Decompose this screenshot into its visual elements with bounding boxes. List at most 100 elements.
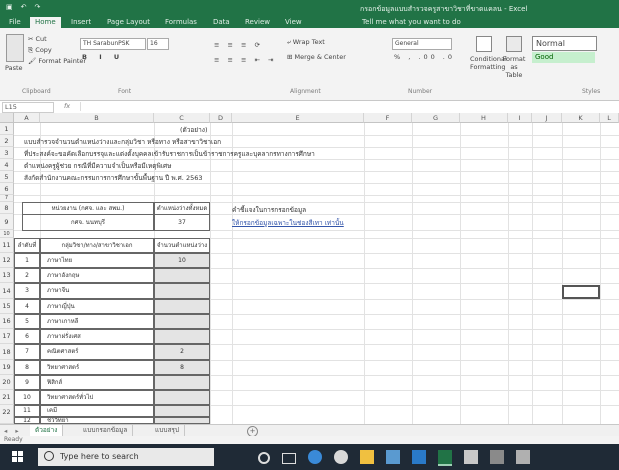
sheet-tab-entry-form[interactable]: แบบกรอกข้อมูล <box>78 425 134 436</box>
table-cell-subject[interactable]: ภาษาญี่ปุ่น <box>40 299 154 314</box>
table-cell-subject[interactable]: ภาษาจีน <box>40 283 154 299</box>
photos-icon[interactable] <box>464 450 478 464</box>
column-header-l[interactable]: L <box>600 113 619 123</box>
copy-button[interactable]: ⎘ Copy <box>28 45 86 56</box>
number-buttons[interactable]: % , .00 .0 <box>394 53 455 61</box>
cortana-icon[interactable] <box>258 452 270 464</box>
table-cell-no[interactable]: 4 <box>14 299 40 314</box>
table-header-no[interactable]: ลำดับที่ <box>14 238 40 253</box>
table-cell-subject[interactable]: ชีววิทยา <box>40 417 154 424</box>
table-cell-subject[interactable]: วิทยาศาสตร์ <box>40 360 154 375</box>
table-cell-quantity[interactable]: 2 <box>154 344 210 360</box>
column-header-j[interactable]: J <box>532 113 562 123</box>
table-cell-no[interactable]: 3 <box>14 283 40 299</box>
column-header-e[interactable]: E <box>232 113 364 123</box>
conditional-formatting-button[interactable]: Conditional Formatting <box>470 36 507 71</box>
row-header[interactable]: 20 <box>0 375 14 390</box>
cell-instructions-note[interactable]: ให้กรอกข้อมูลเฉพาะในช่องสีเทา เท่านั้น <box>232 218 344 228</box>
column-header-k[interactable]: K <box>562 113 600 123</box>
name-box[interactable]: L15 <box>2 102 54 113</box>
number-format-select[interactable]: General <box>392 38 452 50</box>
column-header-i[interactable]: I <box>508 113 532 123</box>
store-icon[interactable] <box>386 450 400 464</box>
cell-total-vacancy[interactable]: 37 <box>154 214 210 231</box>
style-good[interactable]: Good <box>532 52 595 63</box>
row-header[interactable]: 19 <box>0 360 14 375</box>
table-cell-no[interactable]: 9 <box>14 375 40 390</box>
tab-data[interactable]: Data <box>208 17 235 28</box>
table-cell-subject[interactable]: เคมี <box>40 405 154 417</box>
table-cell-quantity[interactable] <box>154 375 210 390</box>
column-header-g[interactable]: G <box>412 113 460 123</box>
row-header[interactable]: 11 <box>0 238 14 253</box>
redo-icon[interactable]: ↷ <box>35 3 41 11</box>
tab-view[interactable]: View <box>280 17 307 28</box>
column-header-b[interactable]: B <box>40 113 154 123</box>
table-cell-subject[interactable]: ฟิสิกส์ <box>40 375 154 390</box>
row-header[interactable]: 22 <box>0 405 14 424</box>
column-header-d[interactable]: D <box>210 113 232 123</box>
table-cell-quantity[interactable] <box>154 390 210 405</box>
row-header[interactable]: 4 <box>0 159 14 171</box>
row-header[interactable]: 7 <box>0 195 14 202</box>
table-cell-quantity[interactable] <box>154 405 210 417</box>
tab-review[interactable]: Review <box>240 17 275 28</box>
table-cell-no[interactable]: 8 <box>14 360 40 375</box>
table-cell-quantity[interactable] <box>154 268 210 283</box>
table-cell-no[interactable]: 10 <box>14 390 40 405</box>
row-header[interactable]: 3 <box>0 147 14 159</box>
table-cell-subject[interactable]: ภาษาไทย <box>40 253 154 268</box>
tab-formulas[interactable]: Formulas <box>160 17 202 28</box>
row-header[interactable]: 9 <box>0 214 14 230</box>
column-header-h[interactable]: H <box>460 113 508 123</box>
table-cell-subject[interactable]: ภาษาฝรั่งเศส <box>40 329 154 344</box>
row-header[interactable]: 1 <box>0 123 14 135</box>
row-header[interactable]: 16 <box>0 314 14 329</box>
row-header[interactable]: 13 <box>0 268 14 283</box>
format-as-table-button[interactable]: Format as Table <box>502 36 526 79</box>
word-icon[interactable] <box>412 450 426 464</box>
cell-title-line3[interactable]: ตำแหน่งครูผู้ช่วย กรณีที่มีความจำเป็นหรื… <box>24 161 171 171</box>
column-header-f[interactable]: F <box>364 113 412 123</box>
tab-insert[interactable]: Insert <box>66 17 96 28</box>
cut-button[interactable]: ✂ Cut <box>28 34 86 45</box>
sheet-nav-arrows[interactable]: ◂ ▸ <box>4 427 22 435</box>
row-header[interactable]: 2 <box>0 135 14 147</box>
table-cell-no[interactable]: 2 <box>14 268 40 283</box>
row-header[interactable]: 10 <box>0 230 14 238</box>
table-cell-no[interactable]: 5 <box>14 314 40 329</box>
edge-icon[interactable] <box>308 450 322 464</box>
style-normal[interactable]: Normal <box>532 36 597 51</box>
row-header[interactable]: 6 <box>0 183 14 195</box>
format-painter-button[interactable]: 🖌 Format Painter <box>28 56 86 67</box>
tell-me-box[interactable]: Tell me what you want to do <box>362 18 461 26</box>
table-header-subject[interactable]: กลุ่มวิชา/ทาง/สาขาวิชาเอก <box>40 238 154 253</box>
row-header[interactable]: 5 <box>0 171 14 183</box>
table-cell-subject[interactable]: คณิตศาสตร์ <box>40 344 154 360</box>
table-cell-subject[interactable]: วิทยาศาสตร์ทั่วไป <box>40 390 154 405</box>
file-explorer-icon[interactable] <box>360 450 374 464</box>
cell-title-line4[interactable]: สังกัดสำนักงานคณะกรรมการการศึกษาขั้นพื้น… <box>24 173 203 183</box>
table-cell-no[interactable]: 6 <box>14 329 40 344</box>
tab-page-layout[interactable]: Page Layout <box>102 17 155 28</box>
merge-center-button[interactable]: ⊞ Merge & Center <box>287 53 346 61</box>
windows-start-icon[interactable] <box>12 451 24 463</box>
paste-button[interactable] <box>6 34 24 62</box>
cell-office[interactable]: กศจ. นนทบุรี <box>22 214 154 231</box>
row-header[interactable]: 15 <box>0 299 14 314</box>
row-header[interactable]: 18 <box>0 344 14 360</box>
font-size-select[interactable]: 16 <box>147 38 169 50</box>
app-icon[interactable] <box>490 450 504 464</box>
table-cell-quantity[interactable] <box>154 417 210 424</box>
table-cell-no[interactable]: 11 <box>14 405 40 417</box>
font-name-select[interactable]: TH SarabunPSK <box>80 38 146 50</box>
save-icon[interactable]: ▣ <box>6 3 13 11</box>
row-header[interactable]: 12 <box>0 253 14 268</box>
formula-input[interactable] <box>80 102 616 111</box>
wrap-text-button[interactable]: ⤶ Wrap Text <box>287 38 325 47</box>
table-cell-quantity[interactable]: 8 <box>154 360 210 375</box>
table-header-quantity[interactable]: จำนวนตำแหน่งว่าง <box>154 238 210 253</box>
task-view-icon[interactable] <box>282 453 296 464</box>
table-cell-quantity[interactable] <box>154 314 210 329</box>
alignment-buttons[interactable]: ≡ ≡ ≡ ⟳ ≡ ≡ ≡ ⇤ ⇥ <box>214 38 277 68</box>
